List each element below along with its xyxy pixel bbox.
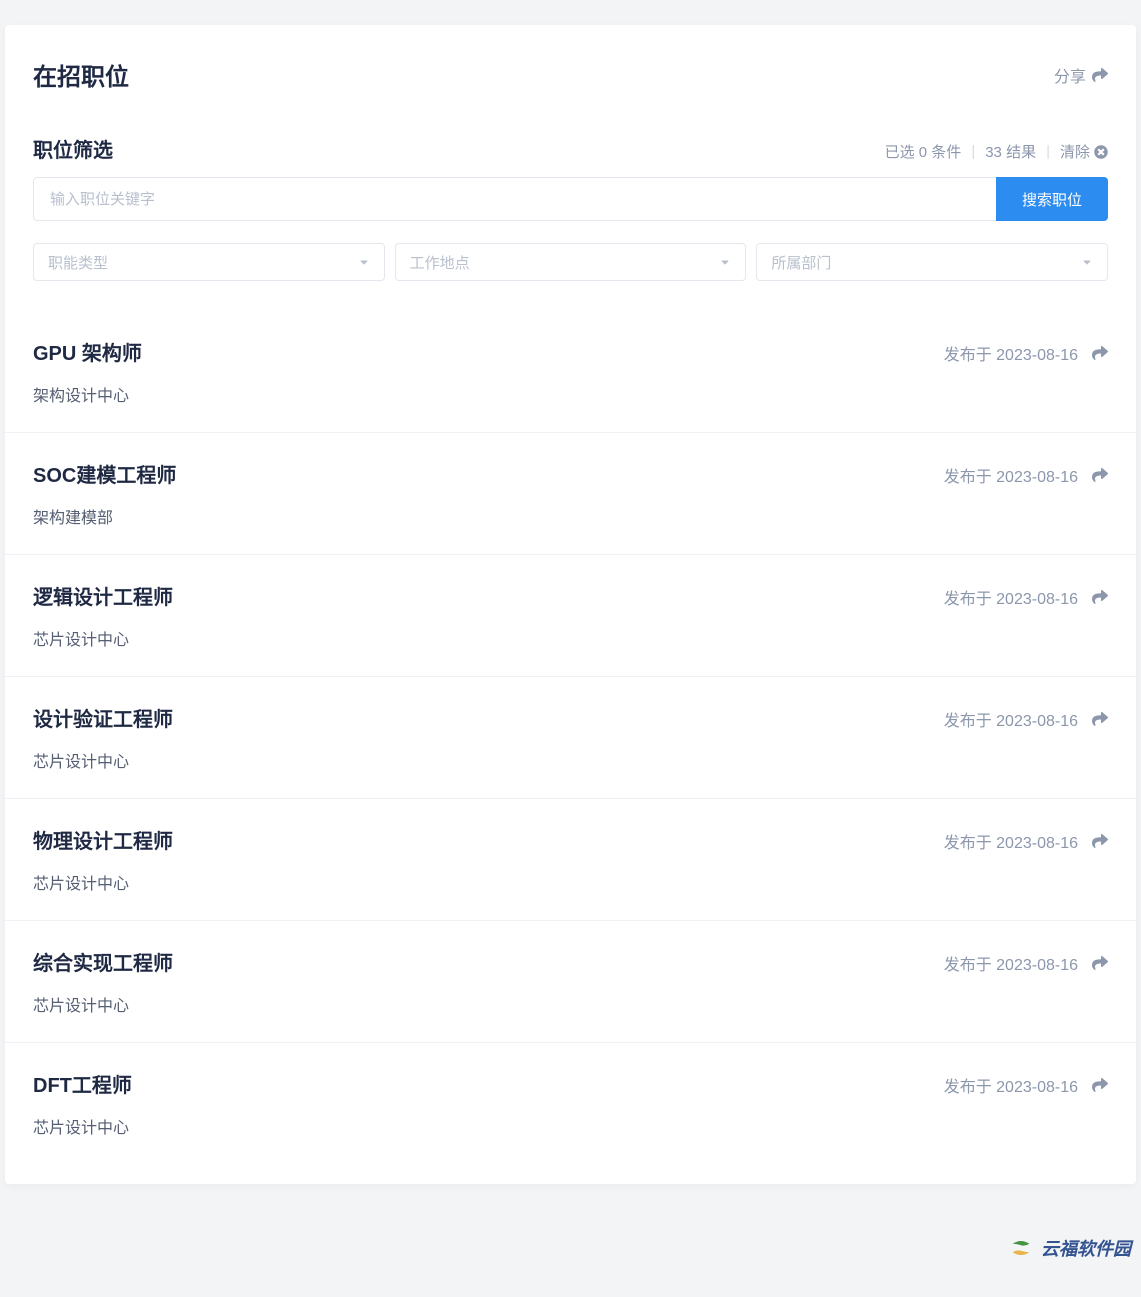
job-department: 芯片设计中心 — [33, 748, 1108, 772]
chevron-down-icon — [1081, 256, 1093, 268]
job-meta: 发布于 2023-08-16 — [944, 829, 1108, 853]
selects-row: 职能类型 工作地点 所属部门 — [5, 243, 1136, 311]
job-header-row: 逻辑设计工程师 发布于 2023-08-16 — [33, 581, 1108, 610]
job-meta: 发布于 2023-08-16 — [944, 707, 1108, 731]
job-item[interactable]: SOC建模工程师 发布于 2023-08-16 架构建模部 — [5, 433, 1136, 555]
job-date: 发布于 2023-08-16 — [944, 341, 1078, 365]
share-icon[interactable] — [1092, 589, 1108, 605]
job-title: 逻辑设计工程师 — [33, 581, 173, 610]
filter-title: 职位筛选 — [33, 134, 113, 163]
chevron-down-icon — [358, 256, 370, 268]
job-list: GPU 架构师发布于 2023-08-16架构设计中心SOC建模工程师发布于 2… — [5, 311, 1136, 1164]
filter-meta: 已选 0 条件 | 33 结果 | 清除 — [885, 141, 1108, 162]
job-title: GPU 架构师 — [33, 337, 142, 366]
job-header-row: 综合实现工程师 发布于 2023-08-16 — [33, 947, 1108, 976]
clear-icon — [1094, 145, 1108, 159]
divider: | — [1046, 143, 1050, 160]
job-meta: 发布于 2023-08-16 — [944, 463, 1108, 487]
job-title: SOC建模工程师 — [33, 459, 176, 488]
job-header-row: GPU 架构师 发布于 2023-08-16 — [33, 337, 1108, 366]
job-header-row: SOC建模工程师 发布于 2023-08-16 — [33, 459, 1108, 488]
job-title: 物理设计工程师 — [33, 825, 173, 854]
result-count: 33 结果 — [985, 141, 1036, 162]
job-header-row: 设计验证工程师 发布于 2023-08-16 — [33, 703, 1108, 732]
job-item[interactable]: DFT工程师 发布于 2023-08-16 芯片设计中心 — [5, 1043, 1136, 1164]
job-department: 架构建模部 — [33, 504, 1108, 528]
location-select[interactable]: 工作地点 — [395, 243, 747, 281]
chevron-down-icon — [719, 256, 731, 268]
job-item[interactable]: 逻辑设计工程师 发布于 2023-08-16 芯片设计中心 — [5, 555, 1136, 677]
job-date: 发布于 2023-08-16 — [944, 463, 1078, 487]
page-title: 在招职位 — [33, 57, 129, 92]
job-item[interactable]: 物理设计工程师 发布于 2023-08-16 芯片设计中心 — [5, 799, 1136, 921]
clear-button[interactable]: 清除 — [1060, 141, 1108, 162]
header: 在招职位 分享 — [5, 25, 1136, 110]
search-button[interactable]: 搜索职位 — [996, 177, 1108, 221]
main-card: 在招职位 分享 职位筛选 已选 0 条件 | 33 结果 | 清除 搜索职位 职… — [5, 25, 1136, 1184]
job-date: 发布于 2023-08-16 — [944, 951, 1078, 975]
job-header-row: 物理设计工程师 发布于 2023-08-16 — [33, 825, 1108, 854]
job-department: 架构设计中心 — [33, 382, 1108, 406]
search-row: 搜索职位 — [5, 177, 1136, 221]
watermark: 云福软件园 — [1007, 1234, 1131, 1262]
share-icon[interactable] — [1092, 833, 1108, 849]
job-header-row: DFT工程师 发布于 2023-08-16 — [33, 1069, 1108, 1098]
share-icon[interactable] — [1092, 345, 1108, 361]
share-button[interactable]: 分享 — [1054, 63, 1108, 87]
job-item[interactable]: GPU 架构师 发布于 2023-08-16 架构设计中心 — [5, 311, 1136, 433]
job-date: 发布于 2023-08-16 — [944, 707, 1078, 731]
job-meta: 发布于 2023-08-16 — [944, 341, 1108, 365]
job-meta: 发布于 2023-08-16 — [944, 951, 1108, 975]
clear-label: 清除 — [1060, 141, 1090, 162]
job-item[interactable]: 设计验证工程师 发布于 2023-08-16 芯片设计中心 — [5, 677, 1136, 799]
job-date: 发布于 2023-08-16 — [944, 585, 1078, 609]
job-date: 发布于 2023-08-16 — [944, 1073, 1078, 1097]
share-icon[interactable] — [1092, 1077, 1108, 1093]
job-department: 芯片设计中心 — [33, 992, 1108, 1016]
selected-count: 已选 0 条件 — [885, 141, 962, 162]
job-title: DFT工程师 — [33, 1069, 132, 1098]
job-meta: 发布于 2023-08-16 — [944, 1073, 1108, 1097]
select-label: 职能类型 — [48, 252, 108, 273]
watermark-logo-icon — [1007, 1234, 1035, 1262]
job-title: 综合实现工程师 — [33, 947, 173, 976]
share-label: 分享 — [1054, 63, 1086, 87]
watermark-text: 云福软件园 — [1041, 1235, 1131, 1261]
job-department: 芯片设计中心 — [33, 626, 1108, 650]
filter-header: 职位筛选 已选 0 条件 | 33 结果 | 清除 — [5, 110, 1136, 177]
share-icon[interactable] — [1092, 711, 1108, 727]
select-label: 所属部门 — [771, 252, 831, 273]
department-select[interactable]: 所属部门 — [756, 243, 1108, 281]
share-icon[interactable] — [1092, 955, 1108, 971]
share-icon[interactable] — [1092, 467, 1108, 483]
share-icon — [1092, 67, 1108, 83]
select-label: 工作地点 — [410, 252, 470, 273]
divider: | — [971, 143, 975, 160]
job-meta: 发布于 2023-08-16 — [944, 585, 1108, 609]
function-type-select[interactable]: 职能类型 — [33, 243, 385, 281]
search-input[interactable] — [33, 177, 996, 221]
job-department: 芯片设计中心 — [33, 1114, 1108, 1138]
job-item[interactable]: 综合实现工程师 发布于 2023-08-16 芯片设计中心 — [5, 921, 1136, 1043]
job-date: 发布于 2023-08-16 — [944, 829, 1078, 853]
job-department: 芯片设计中心 — [33, 870, 1108, 894]
job-title: 设计验证工程师 — [33, 703, 173, 732]
